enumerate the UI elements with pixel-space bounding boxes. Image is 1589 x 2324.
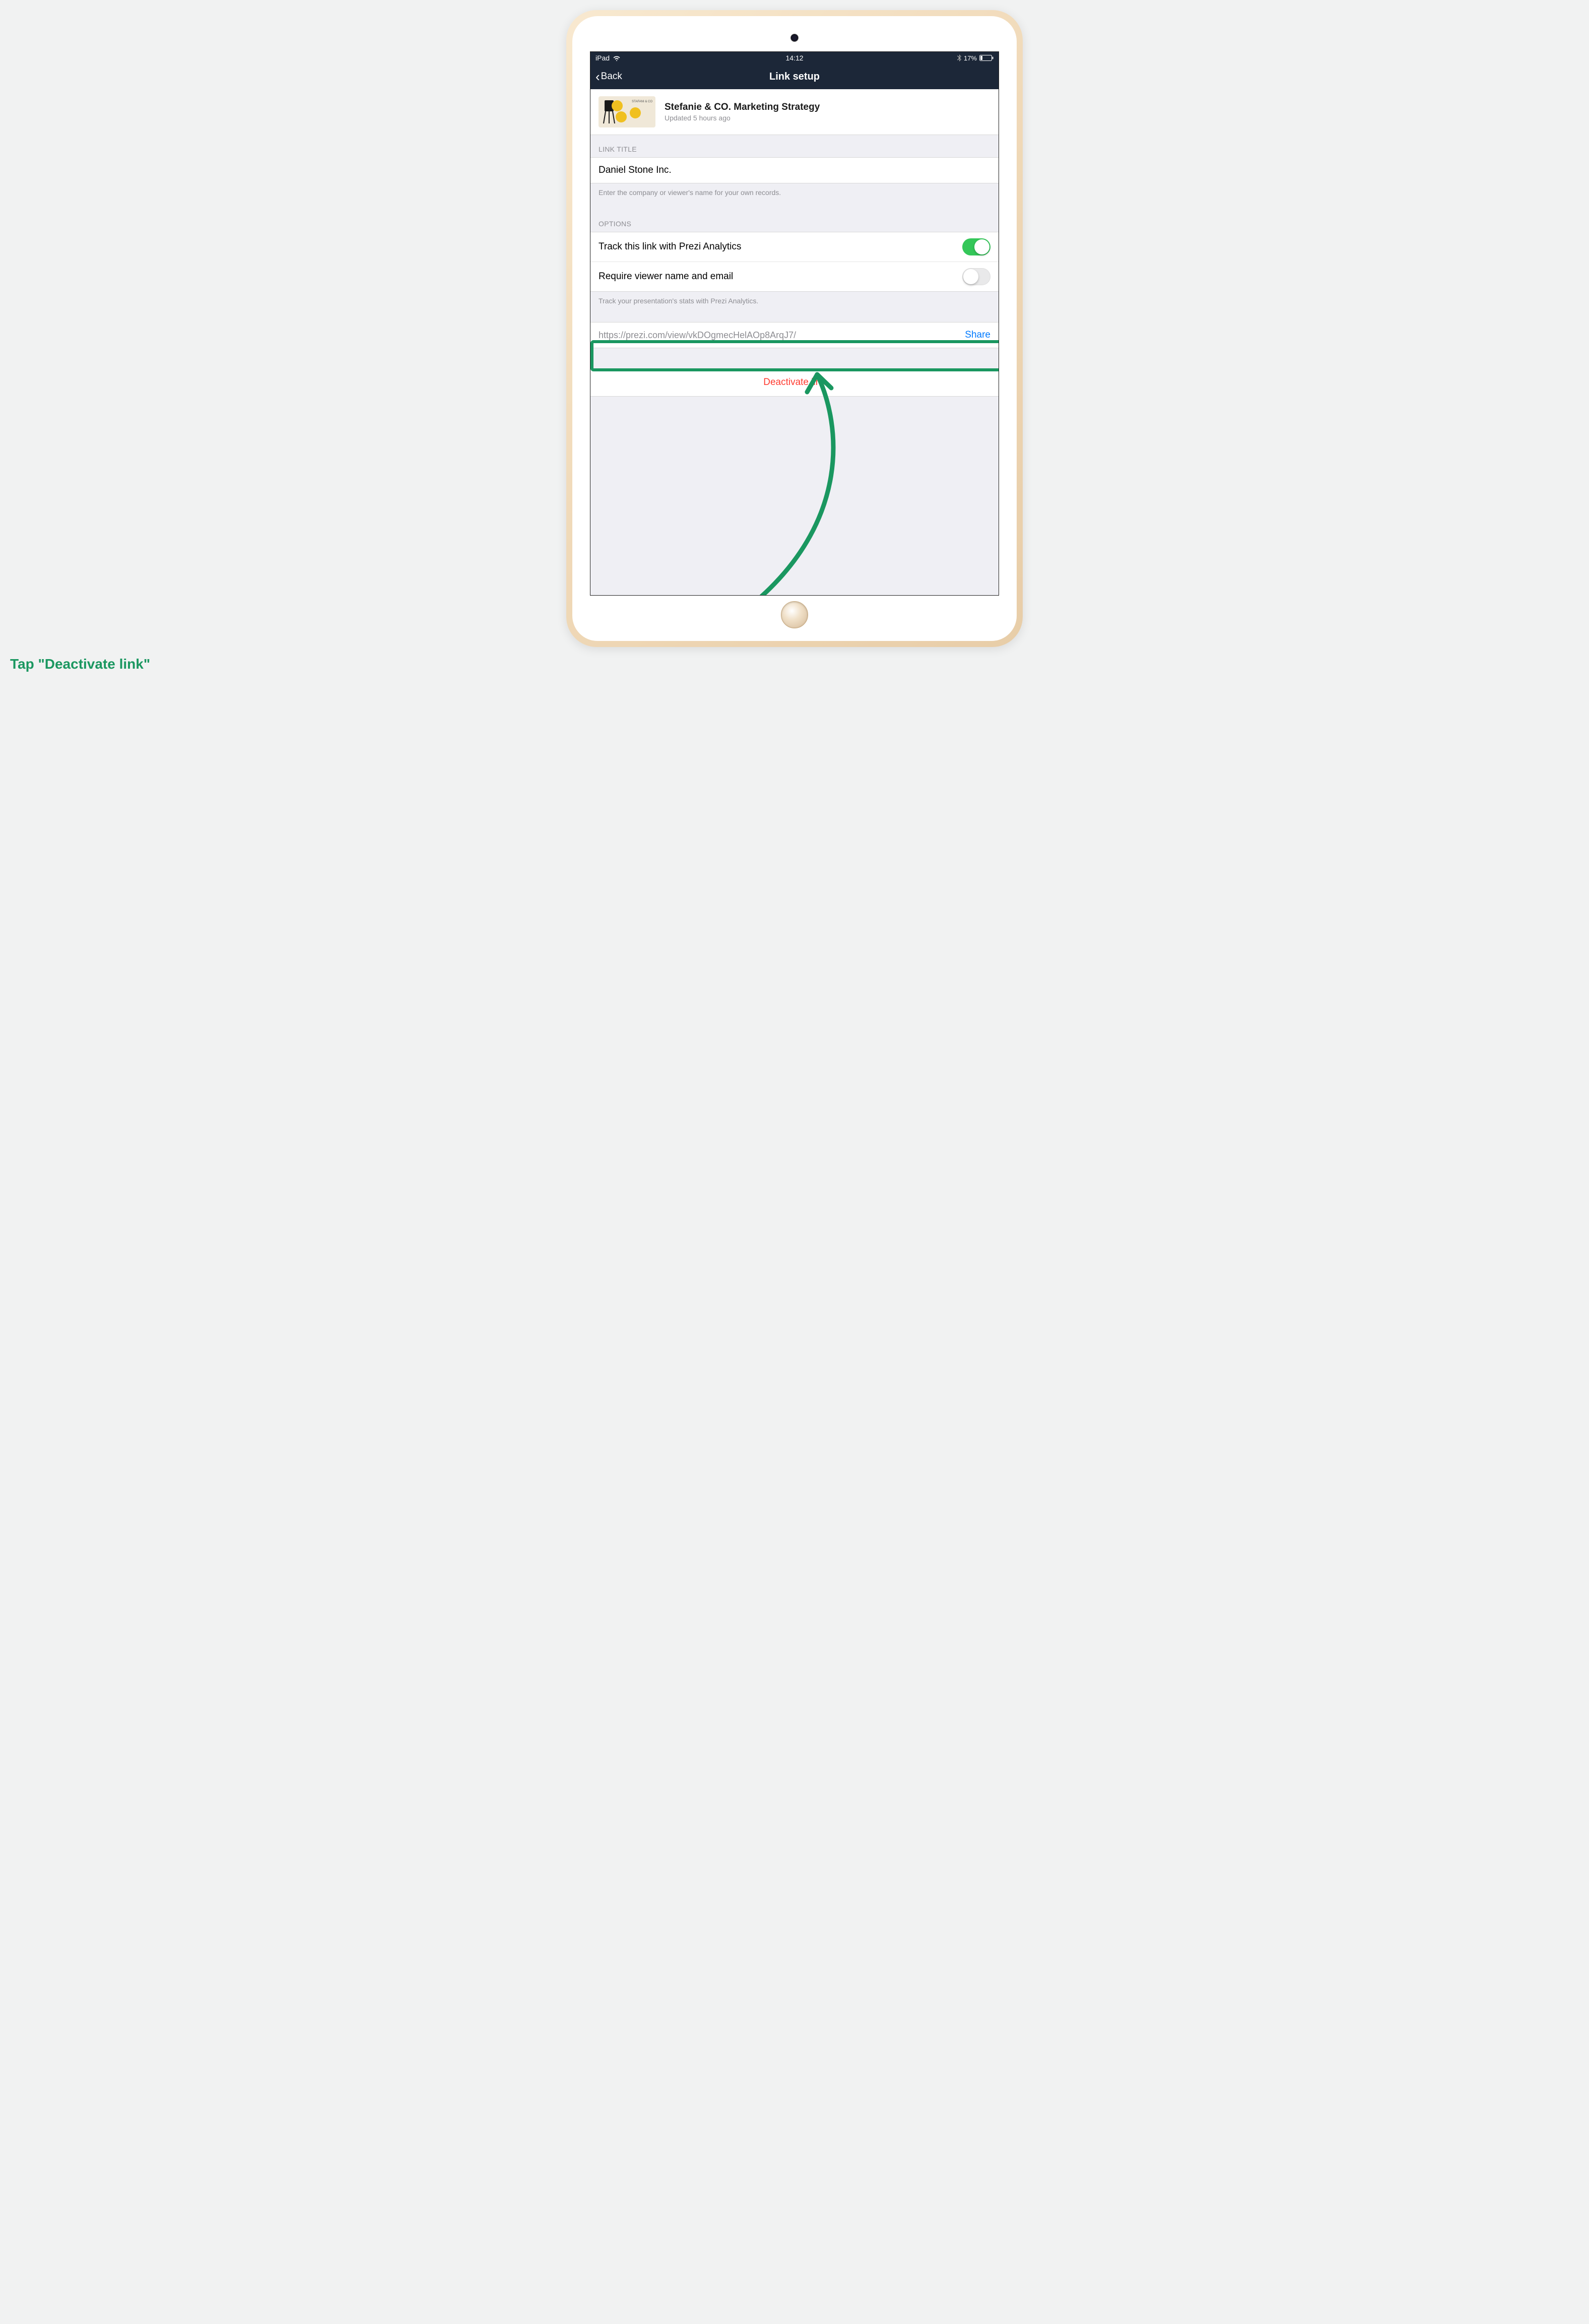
toggle-require-viewer[interactable] <box>962 268 990 285</box>
annotation-caption: Tap "Deactivate link" <box>0 656 150 672</box>
status-right: 17% <box>957 54 994 62</box>
chevron-left-icon: ‹ <box>595 70 600 83</box>
camera-icon <box>790 34 799 42</box>
options-group: Track this link with Prezi Analytics Req… <box>590 232 999 292</box>
ipad-device-frame: iPad 14:12 17% <box>566 10 1023 647</box>
presentation-title: Stefanie & CO. Marketing Strategy <box>665 102 990 113</box>
link-title-input[interactable]: Daniel Stone Inc. <box>590 157 999 183</box>
option-track-analytics: Track this link with Prezi Analytics <box>590 232 999 262</box>
option-track-label: Track this link with Prezi Analytics <box>599 241 741 252</box>
bluetooth-icon <box>957 54 961 61</box>
toggle-knob <box>963 269 978 284</box>
options-header: OPTIONS <box>590 210 999 232</box>
option-require-viewer: Require viewer name and email <box>590 262 999 292</box>
presentation-info: Stefanie & CO. Marketing Strategy Update… <box>665 102 990 122</box>
battery-icon <box>979 55 994 61</box>
status-time: 14:12 <box>785 54 803 62</box>
link-title-helper: Enter the company or viewer's name for y… <box>590 183 999 201</box>
back-label: Back <box>601 71 622 82</box>
ipad-bezel: iPad 14:12 17% <box>572 16 1017 641</box>
options-helper: Track your presentation's stats with Pre… <box>590 292 999 309</box>
home-button[interactable] <box>781 601 808 628</box>
presentation-header: STAFANI & CO Stefanie & CO. Marketing St… <box>590 89 999 135</box>
status-left: iPad <box>595 54 621 62</box>
url-row: https://prezi.com/view/vkDOgmecHelAOp8Ar… <box>590 322 999 348</box>
share-url: https://prezi.com/view/vkDOgmecHelAOp8Ar… <box>599 330 796 341</box>
nav-bar: ‹ Back Link setup <box>590 64 999 89</box>
status-bar: iPad 14:12 17% <box>590 52 999 64</box>
toggle-knob <box>974 239 989 254</box>
device-label: iPad <box>595 54 610 62</box>
content-area: STAFANI & CO Stefanie & CO. Marketing St… <box>590 89 999 595</box>
presentation-updated: Updated 5 hours ago <box>665 114 990 122</box>
battery-percent: 17% <box>964 54 977 62</box>
screen: iPad 14:12 17% <box>590 51 999 596</box>
page-title: Link setup <box>769 71 820 83</box>
deactivate-link-button[interactable]: Deactivate link <box>590 368 999 397</box>
share-button[interactable]: Share <box>965 330 990 341</box>
option-require-label: Require viewer name and email <box>599 271 733 282</box>
wifi-icon <box>613 55 621 61</box>
presentation-thumbnail: STAFANI & CO <box>599 96 655 127</box>
back-button[interactable]: ‹ Back <box>595 70 622 83</box>
link-title-header: LINK TITLE <box>590 135 999 157</box>
toggle-track-analytics[interactable] <box>962 238 990 255</box>
